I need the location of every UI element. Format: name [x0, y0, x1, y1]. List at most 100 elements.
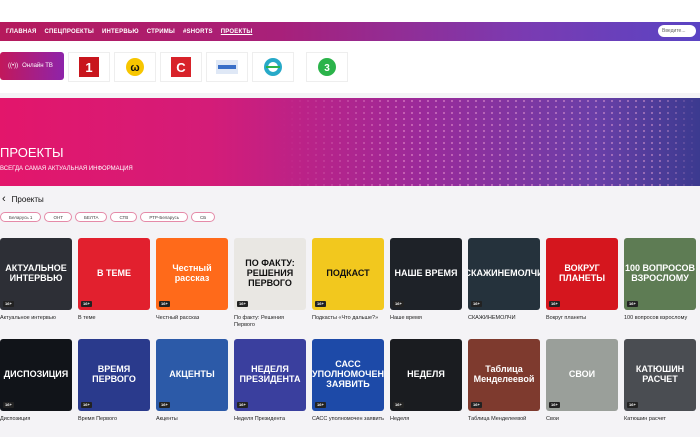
- filter-chip[interactable]: ОНТ: [44, 212, 72, 222]
- filter-chip[interactable]: РТР-Беларусь: [140, 212, 189, 222]
- project-thumbnail[interactable]: ДИСПОЗИЦИЯ 16+: [0, 339, 72, 411]
- project-thumbnail[interactable]: КАТЮШИН РАСЧЕТ 16+: [624, 339, 696, 411]
- project-thumbnail[interactable]: СКАЖИНЕМОЛЧИ 16+: [468, 238, 540, 310]
- project-caption[interactable]: Таблица Менделеевой: [468, 416, 540, 423]
- main-nav: ГЛАВНАЯ СПЕЦПРОЕКТЫ ИНТЕРВЬЮ СТРИМЫ #SHO…: [0, 22, 700, 41]
- project-thumbnail[interactable]: ВРЕМЯ ПЕРВОГО 16+: [78, 339, 150, 411]
- thumbnail-title: САСС УПОЛНОМОЧЕН ЗАЯВИТЬ: [312, 359, 384, 389]
- project-card[interactable]: ВРЕМЯ ПЕРВОГО 16+ Время Первого: [78, 339, 150, 423]
- project-card[interactable]: НЕДЕЛЯ ПРЕЗИДЕНТА 16+ Неделя Президента: [234, 339, 306, 423]
- filter-chip[interactable]: СБ: [191, 212, 216, 222]
- channel-logo-ctv[interactable]: C: [160, 52, 202, 82]
- age-rating-badge: 16+: [159, 300, 170, 307]
- filter-chip[interactable]: БЕЛТА: [74, 212, 108, 222]
- channel-strip: ((•)) Онлайн ТВ 1 ω C 3: [0, 41, 700, 93]
- age-rating-badge: 16+: [81, 300, 92, 307]
- thumbnail-title: ВРЕМЯ ПЕРВОГО: [92, 364, 136, 384]
- project-caption[interactable]: Акценты: [156, 416, 228, 423]
- nav-interview[interactable]: ИНТЕРВЬЮ: [102, 29, 139, 35]
- project-caption[interactable]: Время Первого: [78, 416, 150, 423]
- project-card[interactable]: СКАЖИНЕМОЛЧИ 16+ СКАЖИНЕМОЛЧИ: [468, 238, 540, 329]
- project-card[interactable]: ДИСПОЗИЦИЯ 16+ Диспозиция: [0, 339, 72, 423]
- nav-streams[interactable]: СТРИМЫ: [147, 29, 175, 35]
- top-bar: [0, 0, 700, 22]
- project-caption[interactable]: По факту: Решения Первого: [234, 315, 306, 329]
- project-caption[interactable]: Катюшин расчет: [624, 416, 696, 423]
- filter-chip[interactable]: Беларусь 1: [0, 212, 42, 222]
- project-caption[interactable]: Свои: [546, 416, 618, 423]
- project-thumbnail[interactable]: ВОКРУГ ПЛАНЕТЫ 16+: [546, 238, 618, 310]
- age-rating-badge: 16+: [393, 300, 404, 307]
- project-caption[interactable]: 100 вопросов взрослому: [624, 315, 696, 322]
- back-arrow-icon[interactable]: ‹: [2, 193, 6, 205]
- thumbnail-title: НЕДЕЛЯ: [407, 369, 445, 380]
- project-card[interactable]: САСС УПОЛНОМОЧЕН ЗАЯВИТЬ 16+ САСС уполномо…: [312, 339, 384, 423]
- project-thumbnail[interactable]: Честный рассказ 16+: [156, 238, 228, 310]
- thumbnail-title: ПО ФАКТУ: РЕШЕНИЯ ПЕРВОГО: [245, 258, 295, 288]
- project-caption[interactable]: Наше время: [390, 315, 462, 322]
- project-thumbnail[interactable]: НЕДЕЛЯ 16+: [390, 339, 462, 411]
- project-thumbnail[interactable]: АКЦЕНТЫ 16+: [156, 339, 228, 411]
- project-thumbnail[interactable]: САСС УПОЛНОМОЧЕН ЗАЯВИТЬ 16+: [312, 339, 384, 411]
- thumbnail-title: КАТЮШИН РАСЧЕТ: [635, 364, 685, 384]
- nav-projects[interactable]: ПРОЕКТЫ: [221, 29, 253, 35]
- broadcast-icon: ((•)): [8, 63, 19, 69]
- hero-banner: ПРОЕКТЫ ВСЕГДА САМАЯ АКТУАЛЬНАЯ ИНФОРМАЦ…: [0, 98, 700, 186]
- project-card[interactable]: В ТЕМЕ 16+ В теме: [78, 238, 150, 329]
- project-caption[interactable]: Неделя: [390, 416, 462, 423]
- project-caption[interactable]: Подкасты «Что дальше?»: [312, 315, 384, 322]
- project-thumbnail[interactable]: ПОДКАСТ 16+: [312, 238, 384, 310]
- project-thumbnail[interactable]: Таблица Менделеевой 16+: [468, 339, 540, 411]
- search-input[interactable]: Введите...: [658, 25, 696, 37]
- online-tv-button[interactable]: ((•)) Онлайн ТВ: [0, 52, 64, 80]
- thumbnail-title: 100 ВОПРОСОВ ВЗРОСЛОМУ: [625, 263, 695, 283]
- section-header: ‹ Проекты: [0, 193, 44, 205]
- project-card[interactable]: СВОИ 16+ Свои: [546, 339, 618, 423]
- project-card[interactable]: НЕДЕЛЯ 16+ Неделя: [390, 339, 462, 423]
- project-caption[interactable]: Неделя Президента: [234, 416, 306, 423]
- filter-chip[interactable]: СТВ: [110, 212, 138, 222]
- channel-logo-belarus3[interactable]: 3: [306, 52, 348, 82]
- project-thumbnail[interactable]: НАШЕ ВРЕМЯ 16+: [390, 238, 462, 310]
- project-card[interactable]: ПОДКАСТ 16+ Подкасты «Что дальше?»: [312, 238, 384, 329]
- project-caption[interactable]: В теме: [78, 315, 150, 322]
- project-thumbnail[interactable]: НЕДЕЛЯ ПРЕЗИДЕНТА 16+: [234, 339, 306, 411]
- ont-logo-icon: ω: [126, 58, 144, 76]
- svg-text:C: C: [176, 60, 186, 75]
- project-card[interactable]: ВОКРУГ ПЛАНЕТЫ 16+ Вокруг планеты: [546, 238, 618, 329]
- project-card[interactable]: КАТЮШИН РАСЧЕТ 16+ Катюшин расчет: [624, 339, 696, 423]
- rtr-logo-icon: [216, 60, 238, 74]
- project-thumbnail[interactable]: ПО ФАКТУ: РЕШЕНИЯ ПЕРВОГО 16+: [234, 238, 306, 310]
- project-thumbnail[interactable]: АКТУАЛЬНОЕ ИНТЕРВЬЮ 16+: [0, 238, 72, 310]
- project-thumbnail[interactable]: 100 ВОПРОСОВ ВЗРОСЛОМУ 16+: [624, 238, 696, 310]
- channel-logo-belarus5[interactable]: [252, 52, 294, 82]
- age-rating-badge: 16+: [237, 300, 248, 307]
- project-card[interactable]: ПО ФАКТУ: РЕШЕНИЯ ПЕРВОГО 16+ По факту: Ре…: [234, 238, 306, 329]
- project-caption[interactable]: Вокруг планеты: [546, 315, 618, 322]
- age-rating-badge: 16+: [471, 401, 482, 408]
- project-card[interactable]: Честный рассказ 16+ Честный рассказ: [156, 238, 228, 329]
- project-card[interactable]: НАШЕ ВРЕМЯ 16+ Наше время: [390, 238, 462, 329]
- project-caption[interactable]: Актуальное интервью: [0, 315, 72, 322]
- project-card[interactable]: АКЦЕНТЫ 16+ Акценты: [156, 339, 228, 423]
- channel-logo-belarus1[interactable]: 1: [68, 52, 110, 82]
- project-card[interactable]: АКТУАЛЬНОЕ ИНТЕРВЬЮ 16+ Актуальное интервь…: [0, 238, 72, 329]
- project-caption[interactable]: СКАЖИНЕМОЛЧИ: [468, 315, 540, 322]
- channel-logo-ont[interactable]: ω: [114, 52, 156, 82]
- belarus1-logo-icon: 1: [79, 57, 99, 77]
- nav-shorts[interactable]: #SHORTS: [183, 29, 213, 35]
- thumbnail-title: НАШЕ ВРЕМЯ: [394, 268, 458, 279]
- project-thumbnail[interactable]: СВОИ 16+: [546, 339, 618, 411]
- project-caption[interactable]: Честный рассказ: [156, 315, 228, 322]
- project-card[interactable]: Таблица Менделеевой 16+ Таблица Менделеево…: [468, 339, 540, 423]
- project-thumbnail[interactable]: В ТЕМЕ 16+: [78, 238, 150, 310]
- age-rating-badge: 16+: [393, 401, 404, 408]
- thumbnail-title: АКТУАЛЬНОЕ ИНТЕРВЬЮ: [5, 263, 67, 283]
- project-caption[interactable]: САСС уполномочен заявить: [312, 416, 384, 423]
- age-rating-badge: 16+: [627, 401, 638, 408]
- nav-home[interactable]: ГЛАВНАЯ: [6, 29, 37, 35]
- nav-special-projects[interactable]: СПЕЦПРОЕКТЫ: [45, 29, 95, 35]
- project-card[interactable]: 100 ВОПРОСОВ ВЗРОСЛОМУ 16+ 100 вопросов вз…: [624, 238, 696, 329]
- project-caption[interactable]: Диспозиция: [0, 416, 72, 423]
- channel-logo-rtr[interactable]: [206, 52, 248, 82]
